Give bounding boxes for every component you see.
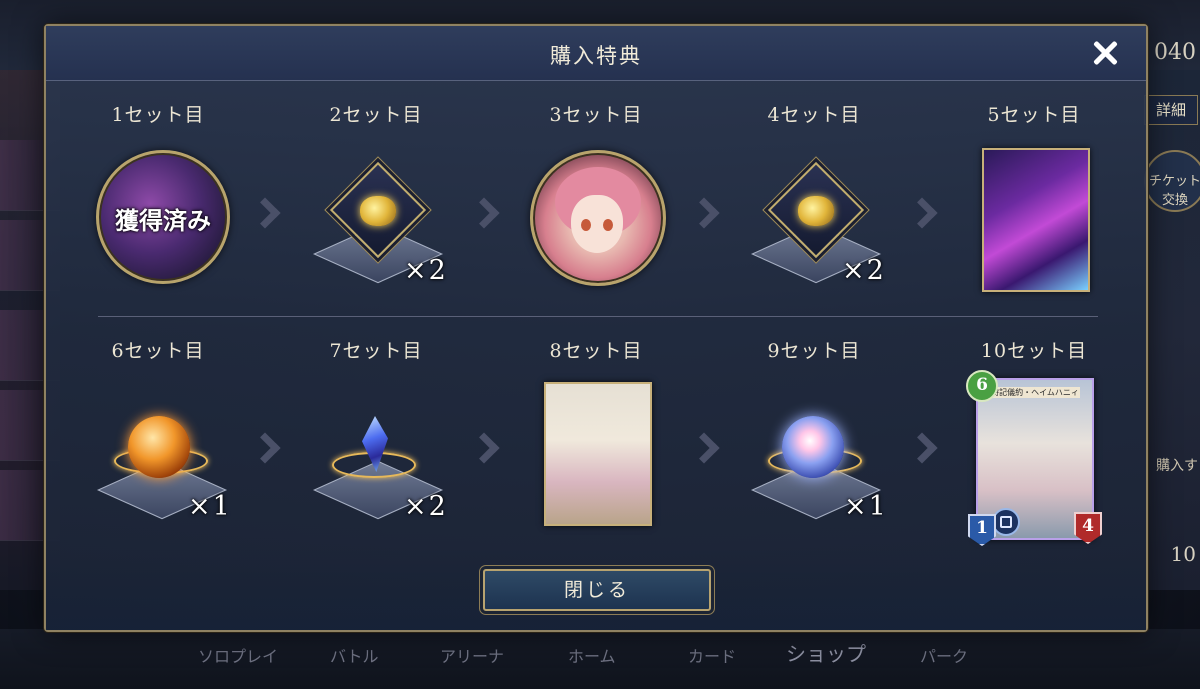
background-currency-count: 040 <box>1154 40 1196 65</box>
reward-label: 4セット目 <box>767 104 861 126</box>
reward-quantity: ×2 <box>842 255 886 286</box>
reward-set-3: 3セット目 <box>496 100 696 320</box>
nav-cards: カード <box>688 647 737 666</box>
reward-label: 10セット目 <box>980 340 1088 362</box>
reward-quantity: ×2 <box>404 255 448 286</box>
arrow-right-icon <box>254 196 276 236</box>
arrow-right-icon <box>473 431 495 471</box>
orange-orb-icon <box>128 416 190 478</box>
reward-set-9: 9セット目 ×1 <box>714 336 914 556</box>
background-detail-button: 詳細 <box>1144 95 1198 125</box>
reward-label: 7セット目 <box>329 340 423 362</box>
reward-set-2: 2セット目 ×2 <box>276 100 476 320</box>
reward-quantity: ×1 <box>844 491 888 522</box>
arrow-right-icon <box>693 196 715 236</box>
reward-set-10: 10セット目 特記儀約・ヘイムハニィ 6 1 4 <box>934 336 1134 556</box>
gold-gem-icon <box>798 196 834 226</box>
background-buy-label: 購入す <box>1156 458 1198 474</box>
reward-set-1: 1セット目 獲得済み <box>58 100 258 320</box>
card-cost-badge: 6 <box>966 370 998 402</box>
acquired-text: 獲得済み <box>115 206 211 235</box>
close-icon[interactable] <box>1090 38 1120 68</box>
background-right-panel <box>1145 70 1200 590</box>
card-attack-badge: 1 <box>968 514 996 546</box>
nav-battle: バトル <box>330 647 379 666</box>
background-ticket-button: チケット交換 <box>1144 150 1200 212</box>
reward-label: 9セット目 <box>767 340 861 362</box>
arrow-right-icon <box>693 431 715 471</box>
card-name: 特記儀約・ヘイムハニィ <box>990 387 1080 398</box>
background-bottom-nav: ソロプレイ バトル アリーナ ホーム カード ショップ パーク <box>0 629 1200 689</box>
character-medallion <box>530 150 666 286</box>
card-art <box>982 148 1090 292</box>
dialog-header: 購入特典 <box>46 26 1146 81</box>
reward-set-5: 5セット目 <box>934 100 1134 320</box>
arrow-right-icon <box>911 196 933 236</box>
reward-set-7: 7セット目 ×2 <box>276 336 476 556</box>
evolve-icon <box>992 508 1020 536</box>
reward-quantity: ×1 <box>188 491 232 522</box>
reward-label: 1セット目 <box>111 104 205 126</box>
reward-label: 2セット目 <box>329 104 423 126</box>
reward-set-6: 6セット目 ×1 <box>58 336 258 556</box>
row-divider <box>98 316 1098 317</box>
reward-set-4: 4セット目 ×2 <box>714 100 914 320</box>
character-eye <box>603 219 613 231</box>
close-button[interactable]: 閉じる <box>483 569 711 611</box>
character-eye <box>581 219 591 231</box>
reward-label: 5セット目 <box>987 104 1081 126</box>
arrow-right-icon <box>473 196 495 236</box>
nav-shop: ショップ <box>786 642 866 666</box>
nav-home: ホーム <box>568 647 616 666</box>
nav-solo: ソロプレイ <box>198 647 279 666</box>
reward-set-8: 8セット目 <box>496 336 696 556</box>
purchase-bonus-dialog: 購入特典 1セット目 獲得済み 2セット目 ×2 3セット目 4セット目 ×2 <box>44 24 1148 632</box>
reward-label: 3セット目 <box>549 104 643 126</box>
blue-orb-icon <box>782 416 844 478</box>
nav-arena: アリーナ <box>440 647 505 666</box>
arrow-right-icon <box>911 431 933 471</box>
card-art <box>544 382 652 526</box>
background-crystal-count: 10 <box>1170 542 1196 566</box>
character-face <box>571 195 623 253</box>
reward-label: 8セット目 <box>549 340 643 362</box>
reward-quantity: ×2 <box>404 491 448 522</box>
gold-gem-icon <box>360 196 396 226</box>
dialog-title: 購入特典 <box>550 44 642 68</box>
nav-park: パーク <box>920 647 969 666</box>
arrow-right-icon <box>254 431 276 471</box>
reward-label: 6セット目 <box>111 340 205 362</box>
acquired-medallion: 獲得済み <box>96 150 230 284</box>
